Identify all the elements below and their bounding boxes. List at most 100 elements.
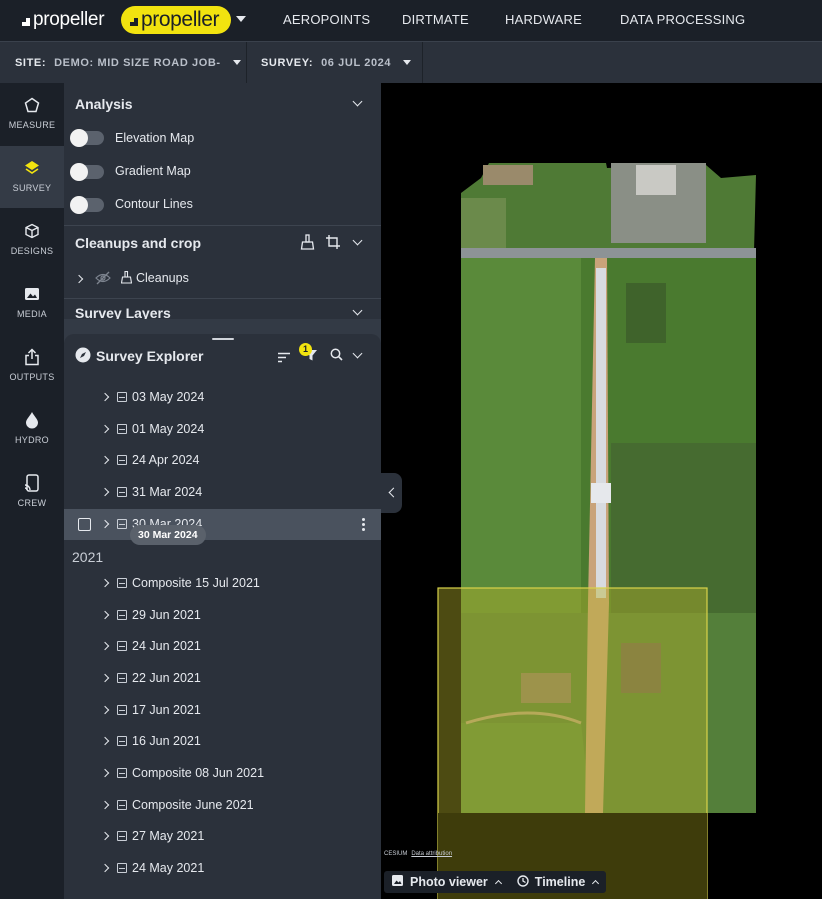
nav-link-dirtmate[interactable]: DIRTMATE [402,12,469,27]
propeller-logo[interactable]: propeller [22,9,105,31]
broom-icon[interactable] [300,234,315,255]
survey-row-label: 24 Apr 2024 [132,453,200,467]
site-selector[interactable]: SITE: DEMO: MID SIZE ROAD JOB- [15,42,241,83]
toggle-label: Contour Lines [115,197,193,211]
site-bar: SITE: DEMO: MID SIZE ROAD JOB- SURVEY: 0… [0,41,822,83]
survey-row-label: 24 May 2021 [132,861,205,875]
compass-icon [75,347,91,368]
chevron-right-icon[interactable] [100,800,110,810]
chevron-down-icon[interactable] [352,96,363,107]
chevron-down-icon[interactable] [236,16,246,22]
chevron-right-icon[interactable] [100,519,110,529]
drag-handle[interactable] [212,338,234,340]
chevron-right-icon[interactable] [100,455,110,465]
image-icon [392,875,403,889]
survey-icon [117,800,127,810]
timeline-button[interactable]: Timeline [509,874,606,890]
survey-icon [117,487,127,497]
nav-link-hardware[interactable]: HARDWARE [505,12,582,27]
row-checkbox[interactable] [78,518,91,531]
eye-off-icon[interactable] [95,271,111,290]
sort-icon[interactable] [277,350,291,368]
survey-row[interactable]: 01 May 2024 [64,414,381,445]
survey-row[interactable]: Composite June 2021 [64,790,381,821]
survey-row[interactable]: 16 Jun 2021 [64,726,381,757]
map-viewport[interactable] [381,83,822,899]
survey-row-label: Composite 15 Jul 2021 [132,576,260,590]
chevron-right-icon[interactable] [74,274,84,284]
chevron-right-icon[interactable] [100,736,110,746]
rail-item-survey[interactable]: SURVEY [0,146,64,208]
survey-value: 06 JUL 2024 [321,56,392,69]
elevation-map-toggle[interactable] [70,129,104,147]
chevron-right-icon[interactable] [100,641,110,651]
rail-item-hydro[interactable]: HYDRO [0,398,64,460]
search-icon[interactable] [330,348,343,366]
contour-lines-toggle[interactable] [70,196,104,214]
image-icon [22,284,42,304]
survey-row-selected[interactable]: 30 Mar 2024 [64,509,381,540]
survey-row[interactable]: 24 May 2021 [64,853,381,884]
survey-row[interactable]: Composite 15 Jul 2021 [64,568,381,599]
chevron-right-icon[interactable] [100,610,110,620]
survey-row[interactable]: 24 Apr 2024 [64,445,381,476]
survey-row[interactable]: 17 Jun 2021 [64,695,381,726]
nav-link-aeropoints[interactable]: AEROPOINTS [283,12,370,27]
collapse-panel-button[interactable] [381,473,402,513]
chevron-right-icon[interactable] [100,392,110,402]
crop-icon[interactable] [325,234,341,255]
survey-row-label: 17 Jun 2021 [132,703,201,717]
survey-icon [117,768,127,778]
survey-row[interactable]: 31 Mar 2024 [64,477,381,508]
photo-viewer-button[interactable]: Photo viewer [384,875,509,889]
chevron-right-icon[interactable] [100,705,110,715]
rail-item-designs[interactable]: DESIGNS [0,209,64,271]
rail-item-crew[interactable]: CREW [0,461,64,523]
chevron-right-icon[interactable] [100,831,110,841]
rail-label: CREW [17,498,47,508]
logo-mark-icon [22,18,30,26]
share-icon [22,347,42,367]
survey-row[interactable]: 24 Jun 2021 [64,631,381,662]
gradient-map-toggle[interactable] [70,163,104,181]
site-value: DEMO: MID SIZE ROAD JOB- [54,56,221,69]
survey-row[interactable]: 03 May 2024 [64,382,381,413]
chevron-right-icon[interactable] [100,578,110,588]
chevron-down-icon[interactable] [352,305,363,316]
survey-row[interactable]: 29 Jun 2021 [64,600,381,631]
survey-selector[interactable]: SURVEY: 06 JUL 2024 [261,42,412,83]
divider [64,298,381,299]
survey-explorer-title: Survey Explorer [96,348,204,364]
survey-row[interactable]: 27 May 2021 [64,821,381,852]
aerial-imagery [437,163,756,899]
data-attribution-link[interactable]: Data attribution [411,851,452,857]
survey-row-label: 22 Jun 2021 [132,671,201,685]
survey-row[interactable]: Composite 08 Jun 2021 [64,758,381,789]
survey-row-label: Composite 08 Jun 2021 [132,766,265,780]
product-switcher-label: propeller [141,8,220,31]
more-vertical-icon[interactable] [362,518,365,531]
rail-item-outputs[interactable]: OUTPUTS [0,335,64,397]
survey-icon [117,831,127,841]
photo-viewer-label: Photo viewer [410,875,488,889]
divider [422,42,423,83]
drop-icon [22,410,42,430]
logo-mark-icon [130,18,138,26]
toggle-label: Gradient Map [115,164,191,178]
chevron-right-icon[interactable] [100,673,110,683]
nav-link-data-processing[interactable]: DATA PROCESSING [620,12,745,27]
chevron-right-icon[interactable] [100,768,110,778]
chevron-right-icon[interactable] [100,487,110,497]
chevron-right-icon[interactable] [100,424,110,434]
bottom-bar: Photo viewer Timeline [384,871,607,893]
toggle-label: Elevation Map [115,131,195,145]
rail-item-media[interactable]: MEDIA [0,272,64,334]
chevron-down-icon[interactable] [352,235,363,246]
product-switcher[interactable]: propeller [121,6,231,34]
survey-row[interactable]: 22 Jun 2021 [64,663,381,694]
timeline-label: Timeline [534,875,586,889]
survey-icon [117,736,127,746]
rail-item-measure[interactable]: MEASURE [0,83,64,145]
chevron-right-icon[interactable] [100,863,110,873]
rail-label: OUTPUTS [9,372,55,382]
